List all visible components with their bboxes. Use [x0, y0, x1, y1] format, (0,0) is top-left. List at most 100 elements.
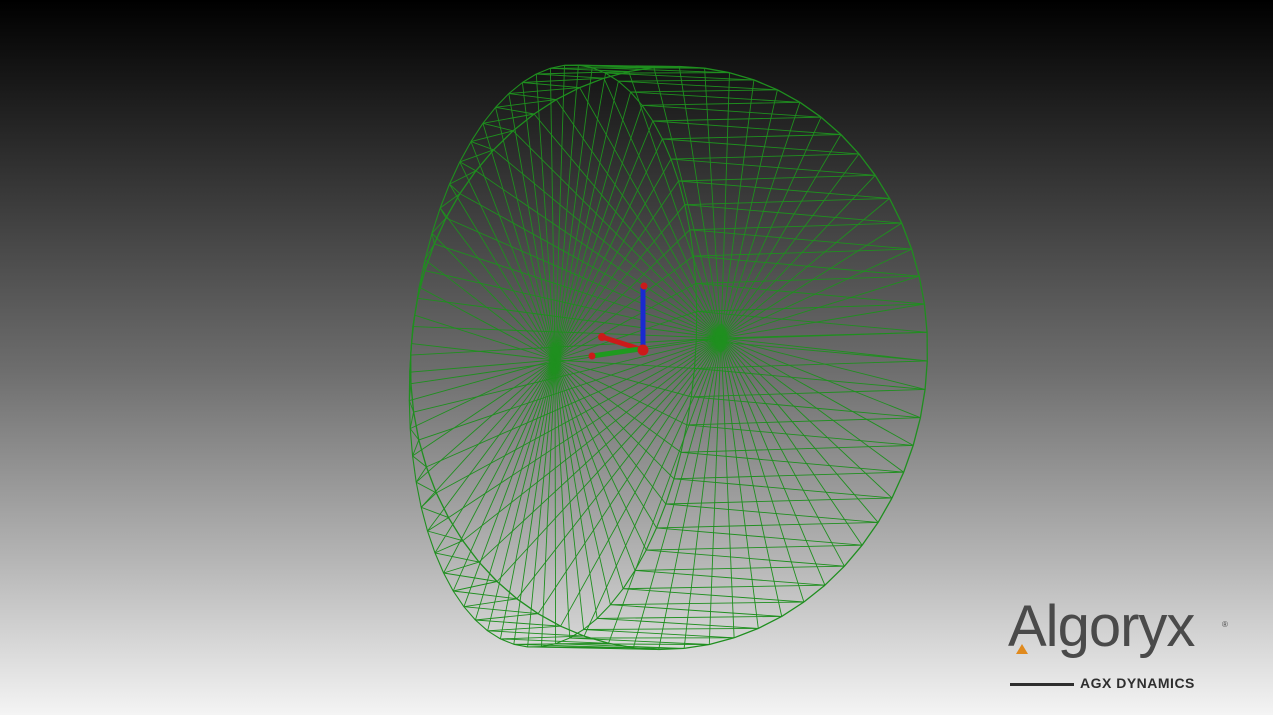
back-spoke-edge — [482, 123, 556, 361]
front-rim-edge — [803, 584, 826, 603]
side-wall-diagonal — [691, 388, 926, 398]
back-rim-edge — [475, 619, 488, 632]
side-wall-edge — [453, 581, 498, 592]
side-wall-diagonal — [673, 471, 904, 480]
back-rim-edge — [695, 283, 698, 312]
side-wall-diagonal — [610, 601, 804, 606]
logo-wordmark: Algoryx — [1008, 594, 1195, 659]
front-spoke-edge — [434, 243, 722, 339]
side-wall-edge — [693, 255, 920, 277]
front-rim-edge — [820, 116, 842, 135]
back-hub — [549, 346, 561, 374]
front-rim-edge — [799, 101, 822, 118]
back-spoke-edge — [554, 359, 647, 551]
side-wall-diagonal — [695, 275, 920, 284]
front-spoke-edge — [678, 66, 722, 339]
side-wall-edge — [420, 492, 437, 508]
side-wall-edge — [630, 91, 800, 103]
side-wall-diagonal — [686, 417, 921, 426]
front-rim-edge — [861, 522, 879, 546]
side-wall-edge — [522, 77, 604, 83]
back-spoke-edge — [495, 107, 556, 361]
back-spoke-edge — [554, 359, 598, 619]
front-spoke-edge — [720, 198, 890, 339]
back-rim-edge — [449, 161, 461, 185]
side-wall-edge — [605, 72, 754, 81]
front-rim-edge — [910, 248, 920, 277]
side-wall-edge — [487, 625, 561, 632]
side-wall-edge — [597, 617, 759, 629]
front-rim-edge — [923, 303, 928, 333]
front-hub — [715, 324, 727, 352]
front-rim-edge — [843, 544, 863, 567]
front-rim-edge — [512, 113, 535, 132]
front-spoke-edge — [720, 337, 926, 390]
front-rim-edge — [709, 637, 735, 646]
side-wall-edge — [686, 424, 914, 446]
back-rim-edge — [618, 80, 631, 93]
front-rim-edge — [733, 627, 759, 639]
back-spoke-edge — [527, 359, 556, 647]
back-spoke-edge — [554, 180, 679, 361]
back-rim-edge — [508, 82, 523, 95]
back-rim-edge — [431, 207, 441, 234]
back-rim-edge — [645, 527, 657, 551]
y-axis-tip — [588, 352, 596, 360]
front-spoke-edge — [608, 337, 722, 644]
front-rim-edge — [918, 275, 926, 305]
front-rim-edge — [425, 466, 437, 494]
side-wall-diagonal — [508, 93, 557, 101]
axes-origin — [637, 344, 649, 356]
coordinate-axes-gizmo — [588, 282, 649, 360]
front-rim-edge — [418, 439, 428, 468]
front-rim-edge — [858, 153, 876, 176]
z-axis-tip — [640, 282, 648, 290]
side-wall-diagonal — [634, 565, 845, 571]
side-wall-diagonal — [500, 638, 609, 644]
front-spoke-edge — [720, 337, 928, 362]
front-rim-edge — [777, 89, 801, 103]
y-axis — [591, 346, 641, 359]
side-wall-diagonal — [652, 116, 822, 122]
front-spoke-edge — [720, 337, 863, 546]
front-rim-edge — [891, 471, 905, 499]
side-wall-diagonal — [689, 222, 902, 231]
side-wall-diagonal — [678, 174, 876, 182]
cylinder-wireframe-mesh — [408, 64, 928, 651]
back-rim-edge — [412, 455, 417, 483]
x-axis-tip — [598, 333, 606, 341]
back-spoke-edge — [449, 183, 556, 361]
back-rim-edge — [661, 138, 672, 160]
side-wall-edge — [684, 204, 902, 224]
front-rim-edge — [824, 565, 845, 586]
front-rim-edge — [781, 601, 805, 617]
side-wall-diagonal — [680, 444, 914, 453]
back-rim-edge — [443, 572, 454, 592]
3d-viewport[interactable]: Algoryx ® AGX DYNAMICS — [0, 0, 1273, 715]
front-rim-edge — [516, 598, 539, 615]
back-rim-edge — [495, 93, 510, 108]
side-wall-edge — [475, 613, 539, 621]
back-spoke-edge — [411, 343, 556, 361]
logo-registered-mark: ® — [1222, 620, 1228, 629]
back-rim-edge — [426, 530, 436, 554]
side-wall-edge — [694, 367, 926, 390]
back-spoke-edge — [554, 81, 619, 361]
front-rim-edge — [877, 497, 893, 523]
side-wall-diagonal — [482, 122, 514, 132]
side-wall-diagonal — [642, 101, 800, 106]
side-wall-edge — [673, 478, 893, 499]
back-rim-edge — [622, 570, 636, 589]
back-spoke-edge — [554, 138, 663, 361]
side-wall-edge — [689, 229, 912, 250]
side-wall-diagonal — [630, 89, 778, 93]
side-wall-diagonal — [618, 79, 754, 82]
side-wall-diagonal — [495, 106, 535, 115]
front-rim-edge — [924, 360, 928, 390]
back-rim-edge — [409, 428, 414, 456]
front-spoke-edge — [603, 78, 722, 339]
front-rim-edge — [903, 445, 914, 473]
side-wall-edge — [409, 411, 415, 429]
back-rim-edge — [424, 233, 433, 260]
back-rim-edge — [677, 180, 686, 205]
